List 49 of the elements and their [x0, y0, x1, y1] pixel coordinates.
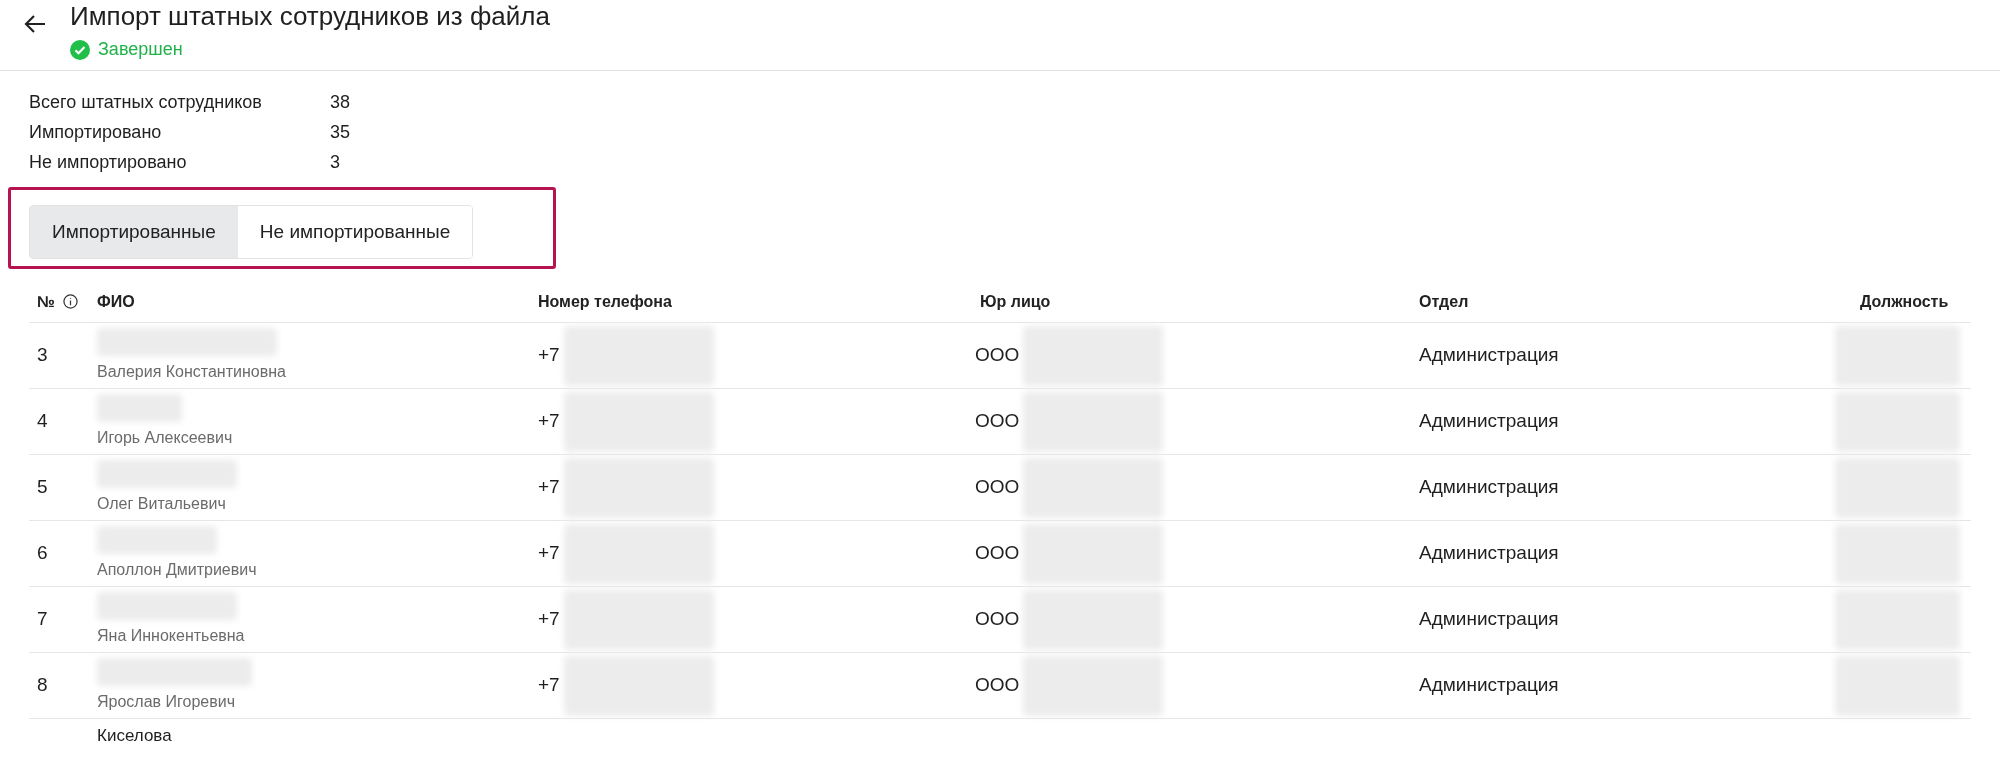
- phone-prefix: +7: [538, 607, 560, 632]
- row-number: 7: [36, 607, 49, 632]
- row-number: 6: [36, 541, 49, 566]
- stat-value: 38: [330, 91, 351, 113]
- tab[interactable]: Импортированные: [30, 206, 238, 258]
- column-header: №: [37, 291, 55, 312]
- company-prefix: ООО: [975, 541, 1020, 566]
- department: Администрация: [1419, 475, 1560, 500]
- stat-value: 3: [330, 151, 340, 173]
- department: Администрация: [1419, 607, 1560, 632]
- row-number: 5: [36, 475, 49, 500]
- employee-surname: Киселова: [97, 725, 173, 747]
- company-prefix: ООО: [975, 673, 1020, 698]
- phone-prefix: +7: [538, 409, 560, 434]
- stat-label: Не импортировано: [29, 151, 188, 173]
- back-arrow-icon[interactable]: [24, 14, 46, 34]
- department: Администрация: [1419, 409, 1560, 434]
- row-number: 3: [36, 343, 49, 368]
- employee-name: Игорь Алексеевич: [97, 427, 234, 448]
- department: Администрация: [1419, 343, 1560, 368]
- employee-name: Аполлон Дмитриевич: [97, 559, 258, 580]
- column-header: Должность: [1860, 291, 1949, 312]
- column-header: Номер телефона: [538, 291, 672, 312]
- stat-label: Всего штатных сотрудников: [29, 91, 263, 113]
- department: Администрация: [1419, 541, 1560, 566]
- employee-name: Яна Иннокентьевна: [97, 625, 246, 646]
- company-prefix: ООО: [975, 343, 1020, 368]
- row-number: 8: [36, 673, 49, 698]
- stat-value: 35: [330, 121, 351, 143]
- column-header: Отдел: [1419, 291, 1469, 312]
- row-number: 4: [36, 409, 49, 434]
- company-prefix: ООО: [975, 607, 1020, 632]
- check-circle-icon: [70, 39, 90, 60]
- employee-name: Ярослав Игоревич: [97, 691, 236, 712]
- company-prefix: ООО: [975, 475, 1020, 500]
- info-icon[interactable]: [62, 294, 78, 309]
- phone-prefix: +7: [538, 541, 560, 566]
- page-title: Импорт штатных сотрудников из файла: [70, 2, 550, 30]
- department: Администрация: [1419, 673, 1560, 698]
- employee-name: Валерия Константиновна: [97, 361, 287, 382]
- column-header: Юр лицо: [980, 291, 1051, 312]
- phone-prefix: +7: [538, 673, 560, 698]
- phone-prefix: +7: [538, 475, 560, 500]
- column-header: ФИО: [97, 291, 135, 312]
- company-prefix: ООО: [975, 409, 1020, 434]
- status-label: Завершен: [98, 38, 183, 61]
- stat-label: Импортировано: [29, 121, 163, 143]
- employee-name: Олег Витальевич: [97, 493, 227, 514]
- phone-prefix: +7: [538, 343, 560, 368]
